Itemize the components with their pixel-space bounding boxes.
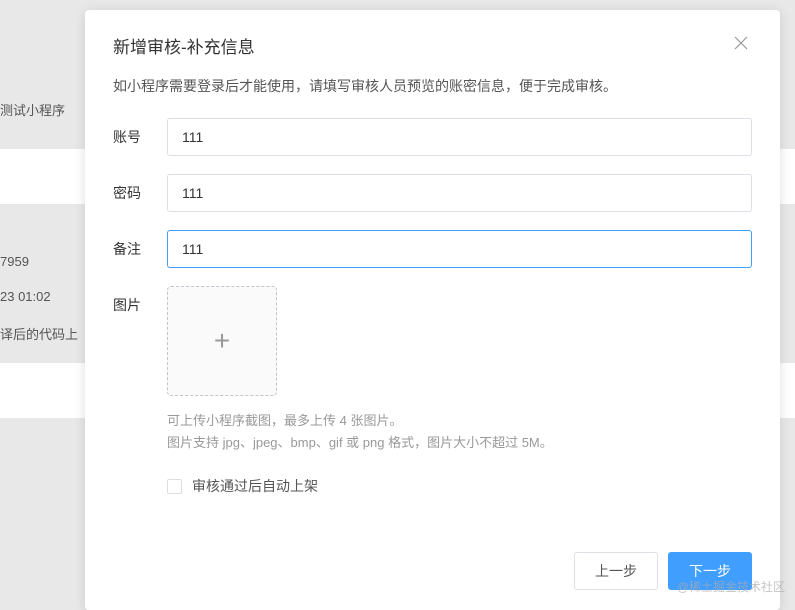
upload-button[interactable]: +	[167, 286, 277, 396]
account-input[interactable]	[167, 118, 752, 156]
modal-title: 新增审核-补充信息	[113, 33, 255, 58]
modal-body: 如小程序需要登录后才能使用，请填写审核人员预览的账密信息，便于完成审核。 账号 …	[85, 76, 780, 534]
close-icon[interactable]	[730, 32, 752, 58]
upload-hint: 可上传小程序截图，最多上传 4 张图片。 图片支持 jpg、jpeg、bmp、g…	[167, 410, 752, 454]
plus-icon: +	[214, 325, 230, 357]
auto-publish-checkbox[interactable]	[167, 479, 182, 494]
prev-button[interactable]: 上一步	[574, 552, 658, 590]
upload-hint-line: 图片支持 jpg、jpeg、bmp、gif 或 png 格式，图片大小不超过 5…	[167, 432, 752, 454]
form-row-remark: 备注	[113, 230, 752, 268]
checkbox-row: 审核通过后自动上架	[167, 476, 752, 496]
password-label: 密码	[113, 174, 167, 203]
modal-header: 新增审核-补充信息	[85, 10, 780, 76]
modal-footer: 上一步 下一步	[85, 534, 780, 610]
remark-input[interactable]	[167, 230, 752, 268]
image-label: 图片	[113, 286, 167, 315]
upload-hint-line: 可上传小程序截图，最多上传 4 张图片。	[167, 410, 752, 432]
account-label: 账号	[113, 118, 167, 147]
instruction-text: 如小程序需要登录后才能使用，请填写审核人员预览的账密信息，便于完成审核。	[113, 76, 752, 96]
form-row-image: 图片 + 可上传小程序截图，最多上传 4 张图片。 图片支持 jpg、jpeg、…	[113, 286, 752, 496]
form-row-account: 账号	[113, 118, 752, 156]
form-row-password: 密码	[113, 174, 752, 212]
checkbox-label: 审核通过后自动上架	[192, 476, 318, 496]
modal-dialog: 新增审核-补充信息 如小程序需要登录后才能使用，请填写审核人员预览的账密信息，便…	[85, 10, 780, 610]
remark-label: 备注	[113, 230, 167, 259]
password-input[interactable]	[167, 174, 752, 212]
upload-section: + 可上传小程序截图，最多上传 4 张图片。 图片支持 jpg、jpeg、bmp…	[167, 286, 752, 496]
watermark: @稀土掘金技术社区	[677, 578, 785, 595]
